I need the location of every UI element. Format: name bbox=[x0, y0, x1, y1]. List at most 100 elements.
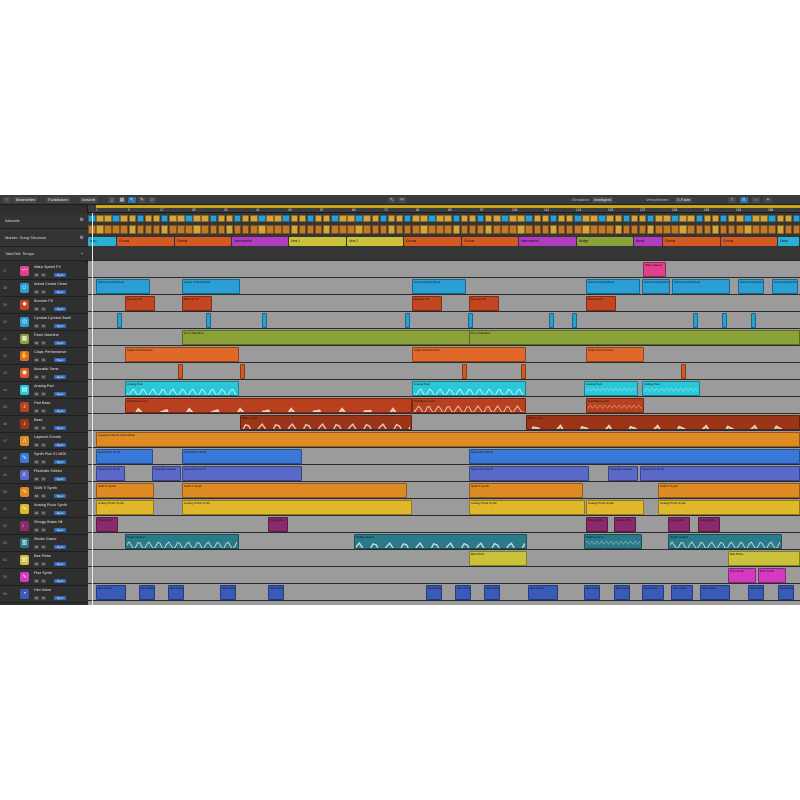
edit-menu-button[interactable]: Bearbeiten bbox=[14, 197, 38, 203]
solo-button[interactable]: S bbox=[41, 341, 46, 345]
track-header[interactable]: 55 ∿ Pizz Synth M S Sync bbox=[0, 569, 88, 586]
chord-region[interactable] bbox=[630, 215, 639, 222]
chord-region[interactable] bbox=[582, 225, 590, 234]
chord-region[interactable] bbox=[274, 225, 282, 234]
chord-region[interactable] bbox=[322, 215, 331, 222]
chord-region[interactable] bbox=[241, 225, 250, 234]
track-lane[interactable] bbox=[88, 516, 800, 533]
region-brass[interactable]: Shrugy Brs bbox=[586, 517, 608, 532]
chord-region[interactable] bbox=[549, 225, 558, 234]
chord-region[interactable] bbox=[476, 225, 485, 234]
track-header[interactable]: 53 ▥ Studio Grand M S Sync bbox=[0, 535, 88, 552]
track-name[interactable]: Boomer FX bbox=[34, 299, 53, 303]
region-grand[interactable]: Studio Grand bbox=[125, 534, 239, 549]
solo-button[interactable]: S bbox=[41, 579, 46, 583]
chord-region[interactable] bbox=[736, 225, 744, 234]
chord-region[interactable] bbox=[387, 225, 396, 234]
track-name[interactable]: Bass bbox=[34, 418, 42, 422]
sync-button[interactable]: Sync bbox=[54, 273, 66, 277]
track-name[interactable]: Warp Speed FX bbox=[34, 265, 61, 269]
solo-button[interactable]: S bbox=[41, 494, 46, 498]
marker-region[interactable]: Vers 1 bbox=[289, 237, 346, 246]
region-boomer[interactable]: Boomer FX bbox=[182, 296, 212, 311]
chord-region[interactable] bbox=[776, 215, 785, 222]
region-voice[interactable]: Hex Voice bbox=[96, 585, 126, 600]
chord-region[interactable] bbox=[484, 215, 493, 222]
region-voice[interactable]: Hex Voice bbox=[700, 585, 730, 600]
track-header[interactable]: 51 ∿ Analog Pluck Synth M S Sync bbox=[0, 501, 88, 518]
chord-region[interactable] bbox=[104, 215, 112, 222]
sync-button[interactable]: Sync bbox=[54, 409, 66, 413]
grid-icon[interactable]: ▦ bbox=[118, 197, 126, 203]
marker-region[interactable]: Chorus bbox=[175, 237, 231, 246]
chevron-down-icon[interactable]: ⌄ bbox=[80, 250, 84, 256]
chord-region[interactable] bbox=[752, 215, 760, 222]
chord-region[interactable] bbox=[403, 215, 412, 222]
region-hit[interactable] bbox=[462, 364, 467, 379]
chord-region[interactable] bbox=[225, 215, 234, 222]
region-claps[interactable]: Claps Performance bbox=[412, 347, 526, 362]
zoom-icon[interactable]: ⌕ bbox=[148, 197, 156, 203]
chord-region[interactable] bbox=[412, 225, 420, 234]
marker-region[interactable]: Chorus bbox=[404, 237, 461, 246]
track-lane[interactable] bbox=[88, 261, 800, 278]
sync-button[interactable]: Sync bbox=[54, 341, 66, 345]
sync-button[interactable]: Sync bbox=[54, 375, 66, 379]
region-hit[interactable] bbox=[572, 313, 577, 328]
region-drum[interactable]: Drum Machine bbox=[469, 330, 800, 345]
chord-region[interactable] bbox=[638, 225, 647, 234]
region-voice[interactable]: Hex Voice bbox=[528, 585, 558, 600]
chord-region[interactable] bbox=[663, 225, 671, 234]
sync-button[interactable]: Sync bbox=[54, 443, 66, 447]
region-pizzsynth[interactable]: Pizz Synth bbox=[758, 568, 786, 583]
mute-button[interactable]: M bbox=[34, 426, 39, 430]
chord-region[interactable] bbox=[493, 215, 501, 222]
chord-region[interactable] bbox=[290, 225, 299, 234]
region-voice[interactable]: Hex Voice bbox=[671, 585, 693, 600]
solo-button[interactable]: S bbox=[41, 426, 46, 430]
track-name[interactable]: Claps Performance bbox=[34, 350, 67, 354]
chord-region[interactable] bbox=[314, 215, 323, 222]
chord-region[interactable] bbox=[655, 215, 663, 222]
chord-region[interactable] bbox=[574, 225, 582, 234]
chord-region[interactable] bbox=[347, 225, 355, 234]
region-saw[interactable]: SAW X Synth bbox=[182, 483, 407, 498]
region-brass[interactable]: Shrugy Brs bbox=[268, 517, 288, 532]
chord-region[interactable] bbox=[403, 225, 412, 234]
chord-region[interactable] bbox=[177, 225, 185, 234]
chord-region[interactable] bbox=[517, 215, 525, 222]
chord-region[interactable] bbox=[96, 215, 104, 222]
chord-region[interactable] bbox=[719, 225, 728, 234]
region-hit[interactable] bbox=[681, 364, 686, 379]
chord-region[interactable] bbox=[533, 215, 542, 222]
chord-region[interactable] bbox=[209, 225, 218, 234]
region-pluck[interactable]: Analog Pluck Synth bbox=[469, 500, 585, 515]
track-lane[interactable] bbox=[88, 567, 800, 584]
chord-region[interactable] bbox=[719, 215, 728, 222]
region-saw[interactable]: SAW X Synth bbox=[96, 483, 154, 498]
region-voice[interactable]: Hex Voice bbox=[614, 585, 630, 600]
region-hit[interactable] bbox=[751, 313, 756, 328]
region-pluck[interactable]: Analog Pluck Synth bbox=[586, 500, 644, 515]
track-name[interactable]: Studio Grand bbox=[34, 537, 56, 541]
track-header[interactable]: 49 ♬ Pizzicato Strikes M S Sync bbox=[0, 467, 88, 484]
track-name[interactable]: Synth Pizz 01 MIDI bbox=[34, 452, 66, 456]
region-drum[interactable]: Drum Machine bbox=[182, 330, 500, 345]
chord-region[interactable] bbox=[452, 215, 461, 222]
region-voice[interactable]: Hex Voice bbox=[426, 585, 442, 600]
sync-button[interactable]: Sync bbox=[54, 307, 66, 311]
region-grand[interactable]: Studio Grand bbox=[584, 534, 642, 549]
chord-region[interactable] bbox=[638, 215, 647, 222]
marker-region[interactable]: Instrumental bbox=[519, 237, 576, 246]
mute-button[interactable]: M bbox=[34, 290, 39, 294]
marker-region[interactable]: Chorus bbox=[117, 237, 174, 246]
region-bass[interactable]: Bass (+12) bbox=[240, 415, 412, 430]
chord-region[interactable] bbox=[322, 225, 331, 234]
track-name[interactable]: Analog Pad bbox=[34, 384, 54, 388]
chord-region[interactable] bbox=[614, 225, 623, 234]
chord-region[interactable] bbox=[468, 215, 477, 222]
chord-region[interactable] bbox=[509, 225, 517, 234]
chord-region[interactable] bbox=[363, 225, 371, 234]
mute-button[interactable]: M bbox=[34, 562, 39, 566]
region-crowd[interactable]: Arena Crowd Cheer bbox=[642, 279, 670, 294]
